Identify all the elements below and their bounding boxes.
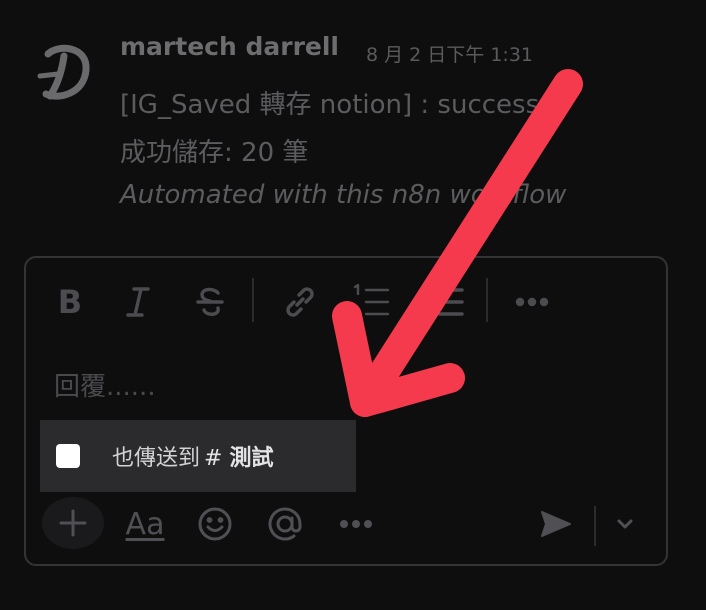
plus-icon — [59, 509, 87, 537]
message-line-3: Automated with this n8n workflow — [120, 180, 567, 210]
avatar[interactable] — [36, 36, 96, 106]
chevron-down-icon[interactable] — [610, 500, 640, 548]
more-icon[interactable] — [336, 500, 376, 548]
emoji-icon[interactable] — [194, 500, 236, 548]
more-icon[interactable] — [512, 282, 552, 322]
send-icon[interactable] — [536, 500, 576, 548]
strikethrough-icon[interactable] — [190, 282, 230, 322]
message-line-1: [IG_Saved 轉存 notion] : success — [120, 90, 540, 120]
attach-button[interactable] — [42, 497, 104, 549]
avatar-logo-icon — [37, 44, 90, 100]
also-send-checkbox[interactable] — [56, 444, 80, 468]
mention-icon[interactable] — [264, 500, 306, 548]
formatting-icon[interactable]: Aa — [120, 500, 170, 548]
message-timestamp[interactable]: 8 月 2 日下午 1:31 — [366, 40, 533, 67]
italic-icon[interactable] — [118, 282, 158, 322]
bulleted-list-icon[interactable] — [424, 282, 468, 322]
also-send-channel: # 測試 — [204, 440, 273, 472]
link-icon[interactable] — [278, 282, 322, 322]
toolbar-separator — [486, 278, 488, 322]
reply-input[interactable]: 回覆...... — [54, 366, 156, 403]
bold-icon[interactable]: B — [50, 282, 90, 322]
message-author[interactable]: martech darrell — [120, 32, 339, 61]
message-line-2: 成功儲存: 20 筆 — [120, 138, 309, 168]
numbered-list-icon[interactable] — [350, 282, 394, 322]
channel-hash: # — [204, 446, 223, 471]
send-separator — [594, 506, 596, 546]
also-send-to-channel[interactable]: 也傳送到 # 測試 — [40, 420, 356, 492]
toolbar-separator — [252, 278, 254, 322]
channel-name: 測試 — [229, 446, 274, 471]
also-send-label: 也傳送到 — [112, 446, 201, 471]
